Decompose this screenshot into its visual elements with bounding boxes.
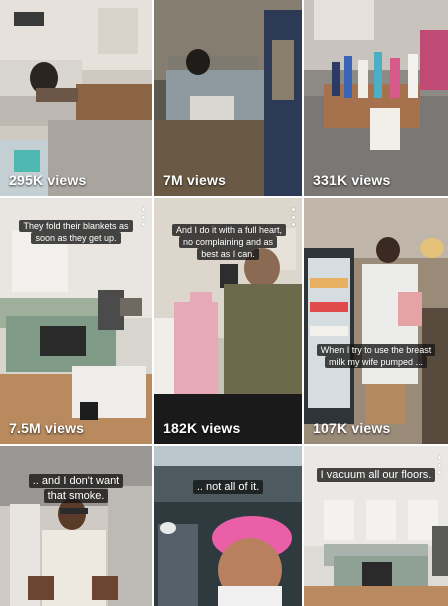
view-count: 182K views	[163, 420, 241, 436]
video-tile-1[interactable]: 295K views	[0, 0, 152, 196]
more-vertical-icon[interactable]	[140, 208, 146, 226]
video-caption: When I try to use the breast milk my wif…	[314, 344, 438, 368]
video-thumbnail	[304, 198, 448, 444]
video-thumbnail	[154, 0, 302, 196]
view-count: 295K views	[9, 172, 87, 188]
video-caption: I vacuum all our floors.	[315, 468, 437, 483]
video-tile-4[interactable]: They fold their blankets as soon as they…	[0, 198, 152, 444]
video-tile-6[interactable]: When I try to use the breast milk my wif…	[304, 198, 448, 444]
view-count: 7M views	[163, 172, 227, 188]
video-caption: They fold their blankets as soon as they…	[15, 220, 137, 244]
video-thumbnail	[304, 0, 448, 196]
view-count: 107K views	[313, 420, 391, 436]
view-count: 7.5M views	[9, 420, 85, 436]
video-thumbnail	[154, 446, 302, 606]
video-caption: And I do it with a full heart, no compla…	[172, 224, 287, 260]
video-tile-5[interactable]: And I do it with a full heart, no compla…	[154, 198, 302, 444]
video-grid: 295K views 7M views 331K views They fold…	[0, 0, 448, 606]
video-tile-9[interactable]: I vacuum all our floors.	[304, 446, 448, 606]
video-caption: .. and I don't want that smoke.	[21, 474, 131, 504]
video-tile-8[interactable]: .. not all of it.	[154, 446, 302, 606]
video-tile-2[interactable]: 7M views	[154, 0, 302, 196]
video-thumbnail	[0, 446, 152, 606]
more-vertical-icon[interactable]	[436, 456, 442, 474]
video-thumbnail	[0, 0, 152, 196]
video-tile-3[interactable]: 331K views	[304, 0, 448, 196]
more-vertical-icon[interactable]	[290, 208, 296, 226]
video-caption: .. not all of it.	[185, 480, 271, 495]
video-tile-7[interactable]: .. and I don't want that smoke.	[0, 446, 152, 606]
view-count: 331K views	[313, 172, 391, 188]
